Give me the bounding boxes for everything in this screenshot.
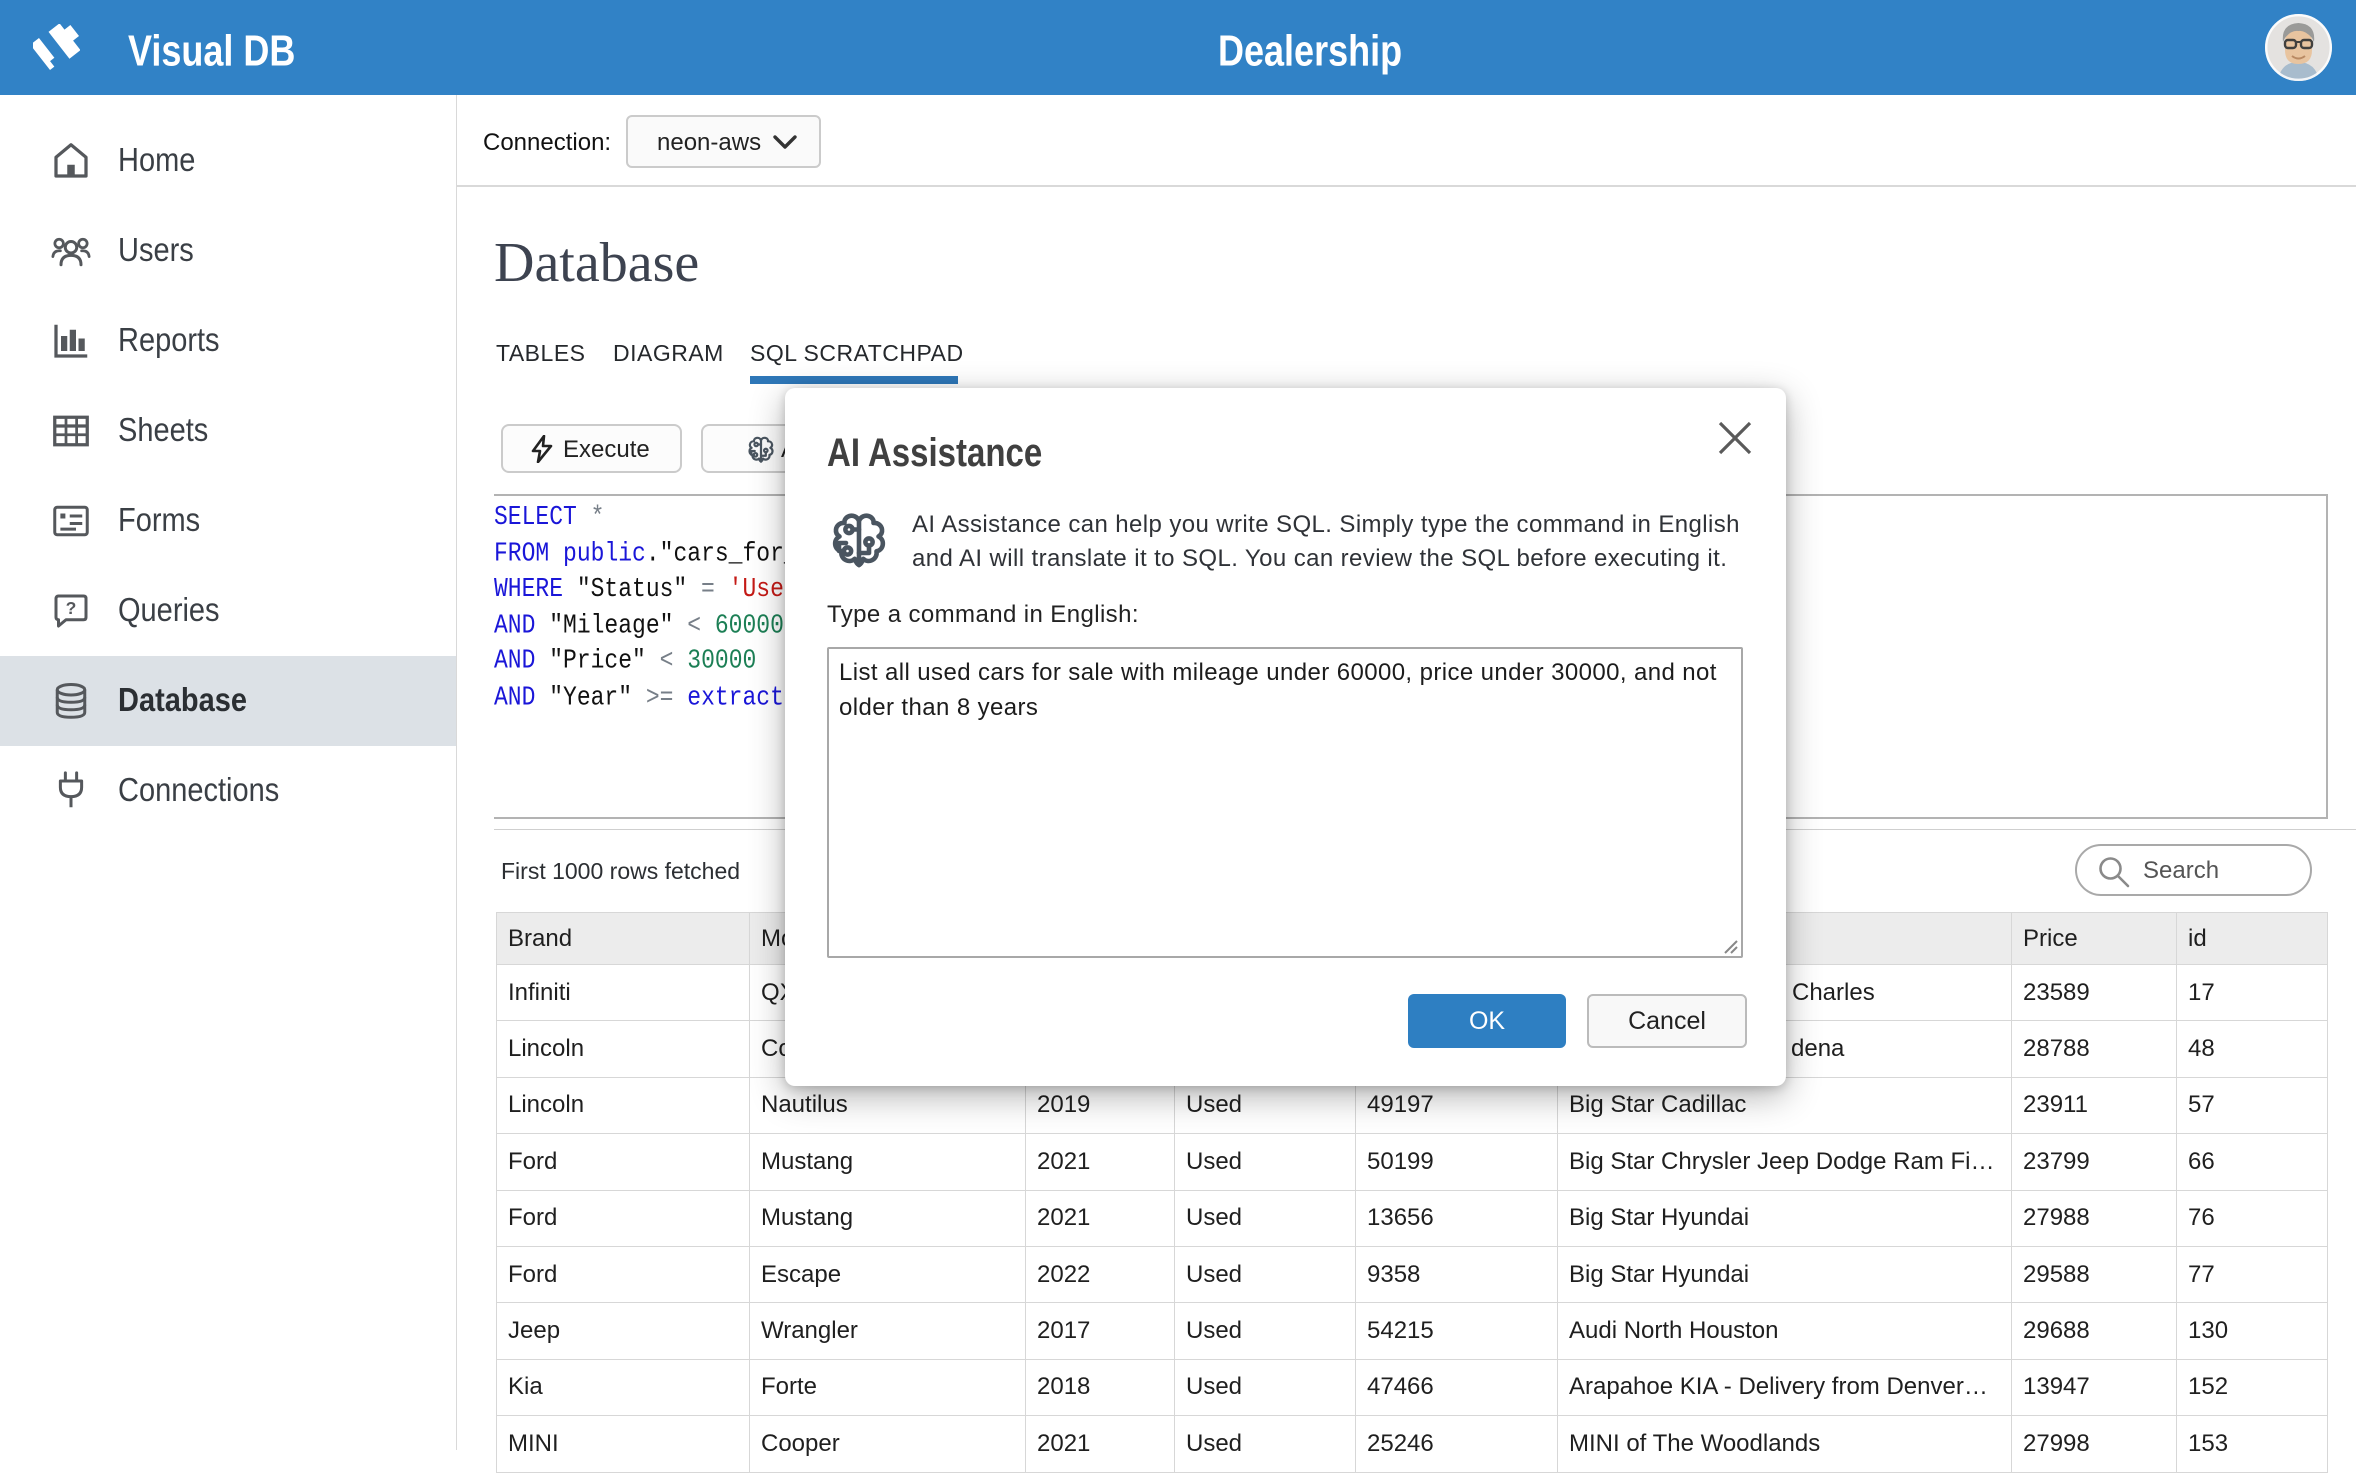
svg-text:?: ? [66,598,77,618]
